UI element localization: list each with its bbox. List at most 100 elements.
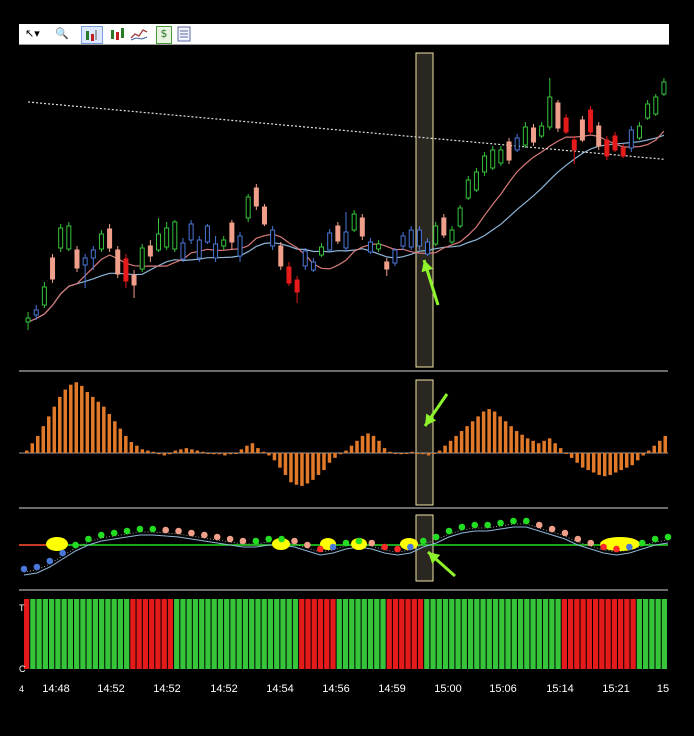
candle <box>596 125 602 147</box>
time-axis-label: 14:56 <box>322 683 350 695</box>
trend-bar <box>411 599 417 669</box>
trend-bar <box>380 599 386 669</box>
trend-bar <box>330 599 336 669</box>
trend-bar <box>580 599 586 669</box>
histogram-bar <box>663 435 667 453</box>
candle <box>302 250 308 267</box>
trend-bar <box>205 599 211 669</box>
trend-bar <box>436 599 442 669</box>
histogram-bar <box>415 453 420 454</box>
oscillator-dot <box>252 537 260 545</box>
candle <box>107 228 113 249</box>
candle <box>449 229 455 243</box>
histogram-bar <box>564 453 568 454</box>
properties-icon[interactable] <box>177 26 191 42</box>
trend-bar <box>342 599 349 669</box>
oscillator-dot <box>123 527 131 535</box>
oscillator-dot <box>329 543 337 551</box>
histogram-bar <box>63 389 68 453</box>
candle <box>653 96 659 115</box>
histogram-bar <box>91 396 95 453</box>
histogram-bar <box>162 453 167 456</box>
trend-bar <box>417 599 424 669</box>
oscillator-dot <box>291 537 298 545</box>
trend-bar <box>655 599 661 669</box>
oscillator-dot <box>587 539 595 547</box>
histogram-bar <box>25 450 29 453</box>
oscillator-dot <box>33 563 41 571</box>
trend-bar <box>305 599 311 669</box>
trend-bar <box>349 599 355 669</box>
histogram-bar <box>278 453 282 468</box>
candle <box>482 155 488 173</box>
histogram-bar <box>608 453 612 475</box>
candle <box>294 279 300 293</box>
candle <box>441 217 447 236</box>
histogram-bar <box>619 453 623 471</box>
histogram-bar <box>399 453 403 455</box>
oscillator-dot <box>265 535 273 543</box>
time-axis-label: 15 <box>657 683 669 695</box>
candle <box>457 207 463 227</box>
candle <box>343 231 349 249</box>
line-chart-icon[interactable] <box>130 26 148 42</box>
candle <box>539 125 545 137</box>
trend-bar <box>24 599 30 669</box>
histogram-bar <box>30 443 35 453</box>
oscillator-dot <box>20 565 28 573</box>
histogram-bar <box>366 433 370 453</box>
time-axis-label: 14:52 <box>97 683 125 695</box>
candle <box>563 117 569 133</box>
oscillator-dot <box>278 535 285 543</box>
bar-chart-icon[interactable] <box>81 26 103 44</box>
zoom-icon[interactable]: 🔍 <box>55 26 69 42</box>
oscillator-dot <box>471 521 479 529</box>
histogram-bar <box>124 435 128 453</box>
oscillator-dot <box>188 529 195 537</box>
histogram-bar <box>195 450 200 453</box>
oscillator-dot <box>407 543 414 551</box>
histogram-bar <box>641 453 645 456</box>
trend-bar <box>30 599 36 669</box>
trend-bar <box>592 599 599 669</box>
candle <box>196 239 202 259</box>
trend-bar <box>467 599 474 669</box>
trend-bar <box>167 599 174 669</box>
candle <box>490 149 496 169</box>
trend-bar <box>661 599 667 669</box>
candle <box>327 232 333 251</box>
histogram-bar <box>157 453 161 455</box>
oscillator-dot <box>626 543 633 551</box>
histogram-bar <box>283 453 288 475</box>
candle <box>66 225 72 250</box>
candle <box>237 235 243 257</box>
oscillator-dot <box>226 535 234 543</box>
candle <box>416 229 422 247</box>
cursor-icon[interactable]: ↖▾ <box>25 26 47 42</box>
candle <box>506 141 512 161</box>
trend-bar <box>611 599 617 669</box>
candlestick-icon[interactable] <box>108 26 128 42</box>
oscillator-dot <box>664 533 672 541</box>
time-axis-label: 14:52 <box>210 683 238 695</box>
candle <box>392 249 398 264</box>
histogram-bar <box>294 453 299 485</box>
candle <box>530 127 536 143</box>
trend-bar <box>586 599 592 669</box>
trend-bar <box>49 599 55 669</box>
histogram-bar <box>179 449 183 453</box>
trend-bar <box>124 599 130 669</box>
histogram-bar <box>58 396 62 453</box>
candle <box>465 179 471 199</box>
trend-bar <box>317 599 324 669</box>
histogram-bar <box>102 406 106 453</box>
histogram-bar <box>333 453 337 458</box>
histogram-bar <box>113 421 117 453</box>
oscillator-dot <box>432 533 440 541</box>
trend-bar <box>399 599 405 669</box>
candle <box>408 229 414 248</box>
dollar-icon[interactable]: $ <box>156 26 172 44</box>
trend-bar <box>86 599 92 669</box>
histogram-bar <box>421 453 425 455</box>
histogram-bar <box>322 453 326 471</box>
